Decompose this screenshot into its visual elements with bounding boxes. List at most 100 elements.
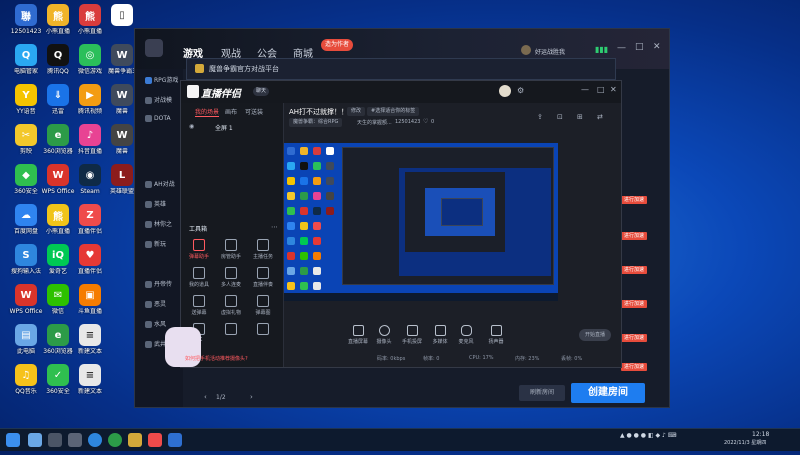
sidebar-item-dota[interactable]: DOTA — [145, 115, 185, 129]
app-icon: ▣ — [79, 284, 101, 306]
sidebar-item-map-c[interactable]: 恶灵 — [145, 299, 185, 313]
tool-icon — [225, 239, 237, 251]
page-next-icon[interactable]: › — [250, 393, 253, 401]
taskbar-warcraft-icon[interactable] — [128, 433, 142, 447]
toolbox-item[interactable] — [217, 321, 245, 347]
stream-title[interactable]: AH打不过就撑！！ — [289, 107, 348, 117]
room-tag[interactable]: 进行加速 — [621, 363, 647, 371]
maximize-icon[interactable]: □ — [597, 85, 605, 94]
room-tag[interactable]: 进行加速 — [621, 334, 647, 342]
preview-icon — [300, 267, 308, 275]
toolbox-item[interactable]: 主播任务 — [249, 237, 277, 263]
sidebar-item-ah[interactable]: AH对战 — [145, 179, 185, 193]
control-microphone[interactable]: 麦克风 — [451, 325, 481, 345]
maximize-icon[interactable]: □ — [635, 42, 644, 52]
create-room-button[interactable]: 创建房间 — [571, 383, 645, 403]
app-icon: ▤ — [15, 324, 37, 346]
lock-icon[interactable]: ⊡ — [557, 113, 563, 121]
toolbox-item[interactable]: 我的道具 — [185, 265, 213, 291]
stat-item: 内存: 23% — [515, 356, 540, 362]
toolbox-item[interactable]: 多人连麦 — [217, 265, 245, 291]
app-icon: ◆ — [15, 164, 37, 186]
app-icon: W — [111, 124, 133, 146]
user-avatar[interactable] — [521, 45, 531, 55]
preview-icon — [313, 192, 321, 200]
taskbar-app-icon[interactable] — [48, 433, 62, 447]
settings-icon[interactable]: ⚙ — [517, 86, 524, 95]
sidebar-item-map-a[interactable]: 林你之 — [145, 219, 185, 233]
tag-selector[interactable]: #选择适合你的标签 — [367, 107, 420, 116]
room-tag[interactable]: 进行加速 — [621, 232, 647, 240]
toolbox-item[interactable]: 弹幕助手 — [185, 237, 213, 263]
more-icon[interactable]: ⋯ — [271, 223, 278, 231]
taskbar-browser-icon[interactable] — [108, 433, 122, 447]
taskbar: ▲ ● ● ● ◧ ◆ ♪ ⌨ 12:18 2022/11/3 星期四 — [0, 428, 800, 451]
refresh-room-button[interactable]: 刷新房间 — [519, 385, 565, 401]
tab-my-scenes[interactable]: 我的场景 — [195, 107, 220, 117]
desktop-icon-label: 新建文本 — [77, 348, 102, 355]
minimize-icon[interactable]: — — [581, 85, 589, 94]
room-tag[interactable]: 进行加速 — [621, 300, 647, 308]
toolbox-item[interactable]: 虚拟礼物 — [217, 293, 245, 319]
preview-icon — [326, 147, 334, 155]
tab-gifts[interactable]: 可送装 — [245, 107, 263, 116]
edit-title-button[interactable]: 修改 — [347, 107, 366, 116]
clock-date[interactable]: 2022/11/3 星期四 — [724, 439, 766, 455]
preview-icon — [313, 177, 321, 185]
start-icon[interactable] — [6, 433, 20, 447]
promo-badge[interactable]: 造为作者 — [321, 39, 354, 51]
platform-username[interactable]: 好运战胜我 — [535, 47, 565, 56]
system-tray-icons[interactable]: ▲ ● ● ● ◧ ◆ ♪ ⌨ — [620, 432, 676, 448]
notice-text[interactable]: 如何把手机活动推荐摄像头? — [185, 355, 248, 362]
preview-icon — [300, 282, 308, 290]
gift-icon[interactable]: ⊞ — [577, 113, 583, 121]
tool-label: 我的道具 — [188, 282, 209, 288]
preview-icon — [326, 162, 334, 170]
eye-icon[interactable]: ◉ — [189, 123, 194, 130]
scene-item-label[interactable]: 全屏 1 — [215, 123, 233, 132]
taskbar-explorer-icon[interactable] — [28, 433, 42, 447]
taskbar-app-icon[interactable] — [168, 433, 182, 447]
toolbox-item[interactable]: 房管助手 — [217, 237, 245, 263]
room-tag[interactable]: 进行加速 — [621, 266, 647, 274]
toolbox-item[interactable]: 直播伴奏 — [249, 265, 277, 291]
taskbar-browser-icon[interactable] — [88, 433, 102, 447]
desktop-icon-label: 直播伴侣 — [77, 228, 102, 235]
title-badge[interactable]: 聊天 — [253, 87, 270, 96]
close-icon[interactable]: ✕ — [653, 42, 661, 52]
control-camera[interactable]: 摄像头 — [369, 325, 399, 345]
start-stream-button[interactable]: 开始直播 — [579, 329, 612, 341]
link-icon[interactable]: ⇄ — [597, 113, 603, 121]
sidebar-item-hero[interactable]: 英雄 — [145, 199, 185, 213]
sidebar-item-map-b[interactable]: 丹帝传 — [145, 279, 185, 293]
control-speaker[interactable]: 扬声器 — [481, 325, 511, 345]
tab-canvas[interactable]: 画布 — [225, 107, 237, 116]
game-category[interactable]: 魔兽争霸：综合RPG — [289, 118, 343, 127]
room-tag[interactable]: 进行加速 — [621, 196, 647, 204]
stream-preview — [284, 143, 558, 301]
toolbox-item[interactable]: 送弹幕 — [185, 293, 213, 319]
app-logo-icon — [187, 85, 199, 98]
sidebar-item-new[interactable]: 新玩 — [145, 239, 185, 253]
tool-icon — [225, 267, 237, 279]
close-icon[interactable]: ✕ — [610, 85, 617, 94]
app-icon: e — [47, 324, 69, 346]
share-icon[interactable]: ⇪ — [537, 113, 543, 121]
preview-icon — [300, 222, 308, 230]
sidebar-item-rpg[interactable]: RPG游戏 — [145, 75, 185, 89]
sidebar-item-melee[interactable]: 对战模 — [145, 95, 185, 109]
desktop-icon[interactable]: ≡ 新建文本 — [68, 364, 112, 410]
taskbar-app-icon[interactable] — [68, 433, 82, 447]
preview-icon — [287, 177, 295, 185]
control-phone-cast[interactable]: 手机投屏 — [397, 325, 427, 345]
toolbox-item[interactable]: 弹幕图 — [249, 293, 277, 319]
tool-icon — [257, 323, 269, 335]
toolbox-item[interactable] — [249, 321, 277, 347]
preview-icon — [313, 252, 321, 260]
tool-label: 虚拟礼物 — [220, 310, 241, 316]
app-icon: 熊 — [47, 204, 69, 226]
streamer-avatar[interactable] — [499, 85, 511, 97]
minimize-icon[interactable]: — — [617, 43, 626, 53]
taskbar-stream-icon[interactable] — [148, 433, 162, 447]
page-prev-icon[interactable]: ‹ — [204, 393, 207, 401]
